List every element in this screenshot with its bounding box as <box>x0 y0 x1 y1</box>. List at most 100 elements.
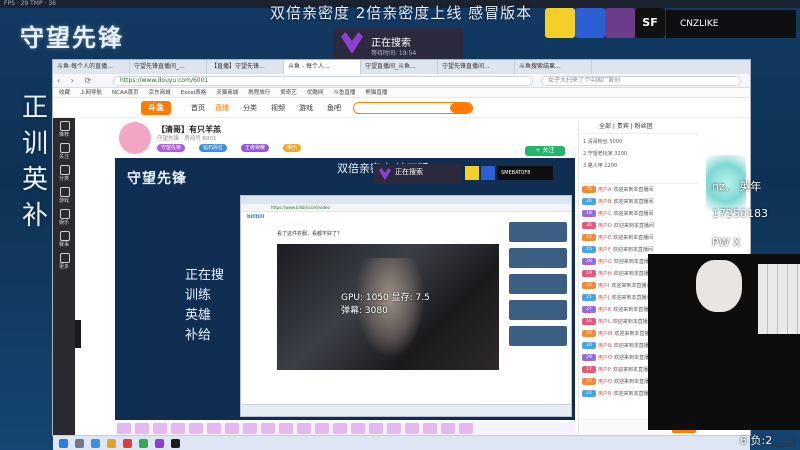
bookmark[interactable]: 天猫商城 <box>216 90 238 96</box>
bookmark[interactable]: 收藏 <box>59 90 70 96</box>
gift-icon[interactable] <box>441 423 455 434</box>
rail-item[interactable]: 分类 <box>53 162 75 184</box>
chat-nickname[interactable]: 用户H <box>598 271 612 277</box>
nested-taskbar <box>241 404 571 416</box>
rail-item[interactable]: 娱乐 <box>53 206 75 228</box>
bookmark[interactable]: Excel表格 <box>181 90 207 96</box>
browser-search-input[interactable]: 女子大扫来了个中国厂首创 <box>541 76 741 86</box>
gift-icon[interactable] <box>423 423 437 434</box>
gift-icon[interactable] <box>351 423 365 434</box>
hero-portrait-icon <box>605 8 635 38</box>
nav-fishbar[interactable]: 鱼吧 <box>327 103 341 113</box>
nav-home[interactable]: 首页 <box>191 103 205 113</box>
bookmark[interactable]: 熊猫直播 <box>365 90 387 96</box>
chat-nickname[interactable]: 用户A <box>598 187 611 193</box>
gift-icon[interactable] <box>297 423 311 434</box>
gift-icon[interactable] <box>369 423 383 434</box>
gift-icon[interactable] <box>387 423 401 434</box>
bookmark[interactable]: 爱奇艺 <box>280 90 297 96</box>
app-icon[interactable] <box>171 439 180 448</box>
gift-icon[interactable] <box>117 423 131 434</box>
user-level-badge: 18 <box>582 210 596 217</box>
nav-video[interactable]: 视频 <box>271 103 285 113</box>
chat-nickname[interactable]: 用户E <box>598 235 611 241</box>
bookmark[interactable]: 京东商城 <box>149 90 171 96</box>
score-overlay: 6 负:2 <box>740 434 773 447</box>
gift-icon[interactable] <box>333 423 347 434</box>
gift-icon[interactable] <box>189 423 203 434</box>
url-input[interactable]: https://www.douyu.com/6001 <box>113 76 533 86</box>
chat-nickname[interactable]: 用户G <box>598 259 612 265</box>
gift-icon[interactable] <box>153 423 167 434</box>
bookmark[interactable]: NCAA首页 <box>112 90 139 96</box>
rail-item[interactable]: 关注 <box>53 140 75 162</box>
room-tag[interactable]: 守望先锋 <box>157 144 186 152</box>
chat-nickname[interactable]: 用户M <box>598 331 612 337</box>
browser-icon[interactable] <box>91 439 100 448</box>
chat-nickname[interactable]: 用户P <box>598 367 611 373</box>
video-player[interactable]: 双倍亲密度 钻石版 守望先锋 正在搜索 SMEBAT0F8 正在搜 训练 英雄 … <box>115 158 575 420</box>
gift-icon[interactable] <box>207 423 221 434</box>
douyu-logo[interactable]: 斗鱼 <box>141 101 171 115</box>
site-search-input[interactable] <box>353 102 473 114</box>
chat-nickname[interactable]: 用户N <box>598 343 612 349</box>
follow-button[interactable]: + 关注 <box>525 146 565 156</box>
chat-nickname[interactable]: 用户Q <box>598 379 612 385</box>
gift-icon[interactable] <box>225 423 239 434</box>
browser-tab[interactable]: 【直播】守望先锋... <box>207 60 284 74</box>
chat-nickname[interactable]: 用户J <box>598 295 609 301</box>
gift-icon[interactable] <box>459 423 473 434</box>
chat-nickname[interactable]: 用户R <box>598 391 611 397</box>
player-pw-overlay: PW X <box>712 236 741 249</box>
rail-item[interactable]: 推荐 <box>53 118 75 140</box>
chat-nickname[interactable]: 用户O <box>598 355 612 361</box>
chat-nickname[interactable]: 用户B <box>598 199 611 205</box>
inner-side-caption: 正在搜 <box>185 268 225 283</box>
bookmark[interactable]: 优酷网 <box>307 90 324 96</box>
browser-tab[interactable]: 守望先锋直播间... <box>438 60 515 74</box>
streamer-avatar[interactable] <box>119 122 151 154</box>
app-icon[interactable] <box>123 439 132 448</box>
gift-icon[interactable] <box>405 423 419 434</box>
folder-icon[interactable] <box>107 439 116 448</box>
bookmark[interactable]: 斗鱼直播 <box>333 90 355 96</box>
search-icon[interactable] <box>75 439 84 448</box>
room-tag[interactable]: 娱乐 <box>283 144 302 152</box>
rail-item[interactable]: 赛事 <box>53 228 75 250</box>
gift-icon[interactable] <box>261 423 275 434</box>
nav-live[interactable]: 直播 <box>215 103 229 113</box>
inner-streamer-name: SMEBAT0F8 <box>497 166 553 180</box>
chat-nickname[interactable]: 用户K <box>598 307 611 313</box>
browser-tab[interactable]: 斗鱼搜索结果... <box>515 60 592 74</box>
nav-category[interactable]: 分类 <box>243 103 257 113</box>
bookmark[interactable]: 携程旅行 <box>248 90 270 96</box>
app-icon[interactable] <box>155 439 164 448</box>
room-tag[interactable]: 钻石段位 <box>199 144 228 152</box>
gift-icon[interactable] <box>315 423 329 434</box>
browser-tab[interactable]: 斗鱼-每个人的直播... <box>53 60 130 74</box>
bookmark[interactable]: 上网导航 <box>80 90 102 96</box>
browser-tab[interactable]: 守望先锋直播间_... <box>130 60 207 74</box>
browser-tab[interactable]: 守望直播间_斗鱼... <box>361 60 438 74</box>
chat-nickname[interactable]: 用户C <box>598 211 612 217</box>
chat-nickname[interactable]: 用户D <box>598 223 612 229</box>
app-icon[interactable] <box>139 439 148 448</box>
rail-item[interactable]: 更多 <box>53 250 75 272</box>
nav-buttons[interactable]: ‹ › ⟳ <box>57 76 107 85</box>
gift-icon[interactable] <box>279 423 293 434</box>
rail-item[interactable]: 游戏 <box>53 184 75 206</box>
gift-icon[interactable] <box>171 423 185 434</box>
gift-icon[interactable] <box>135 423 149 434</box>
chat-text: 欢迎来到本直播间 <box>612 247 653 253</box>
chat-nickname[interactable]: 用户I <box>598 283 609 289</box>
room-tag[interactable]: 王者荣耀 <box>241 144 270 152</box>
nav-games[interactable]: 游戏 <box>299 103 313 113</box>
chat-nickname[interactable]: 用户L <box>598 319 611 325</box>
rail-collapse-handle[interactable] <box>75 320 81 348</box>
browser-tab-active[interactable]: 斗鱼 - 每个人... <box>284 60 361 74</box>
search-button[interactable] <box>450 103 472 113</box>
gift-icon[interactable] <box>243 423 257 434</box>
chat-tabs[interactable]: 全部 | 贵宾 | 粉丝团 <box>579 120 698 134</box>
chat-nickname[interactable]: 用户F <box>598 247 611 253</box>
windows-start-icon[interactable] <box>59 439 68 448</box>
